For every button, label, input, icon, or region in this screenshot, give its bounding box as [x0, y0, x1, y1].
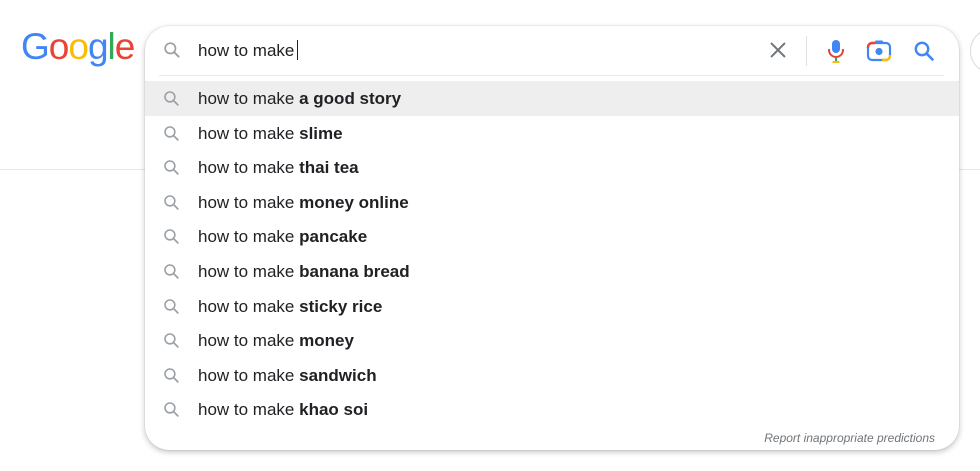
search-icon — [164, 42, 180, 58]
search-icon — [164, 402, 179, 418]
suggestion-completion: banana bread — [299, 261, 410, 281]
search-icon — [164, 229, 179, 245]
suggestion-item[interactable]: how to make money online — [145, 185, 959, 220]
search-icon — [164, 125, 179, 141]
search-box: how to make how to make a good story how… — [145, 26, 959, 450]
logo-letter: o — [68, 26, 89, 67]
search-actions-divider — [806, 36, 807, 66]
suggestion-item[interactable]: how to make a good story — [145, 81, 959, 116]
suggestion-text: how to make sticky rice — [198, 297, 382, 317]
suggestion-completion: money — [299, 331, 354, 351]
input-suggestions-divider — [159, 75, 944, 76]
search-icon — [164, 264, 179, 279]
suggestion-prefix: how to make — [198, 192, 300, 212]
close-icon[interactable] — [767, 39, 789, 61]
logo-letter: g — [87, 26, 109, 67]
suggestion-prefix: how to make — [198, 331, 300, 351]
suggestion-prefix: how to make — [198, 261, 300, 281]
search-icon — [164, 333, 179, 348]
suggestion-completion: sticky rice — [299, 296, 383, 316]
suggestion-item[interactable]: how to make sticky rice — [145, 289, 959, 324]
search-icon — [164, 160, 179, 175]
camera-lens-icon[interactable] — [866, 39, 892, 63]
search-icon — [164, 194, 179, 210]
suggestion-prefix: how to make — [198, 158, 300, 178]
suggestion-completion: a good story — [299, 89, 402, 108]
suggestion-prefix: how to make — [198, 123, 300, 143]
logo-letter: e — [114, 26, 136, 67]
search-icon — [164, 298, 179, 314]
suggestion-completion: khao soi — [299, 400, 369, 420]
search-icon — [164, 91, 179, 106]
suggestion-completion: slime — [299, 123, 343, 143]
report-predictions-link[interactable]: Report inappropriate predictions — [764, 431, 935, 445]
search-icon[interactable] — [912, 39, 936, 63]
suggestion-prefix: how to make — [198, 227, 300, 247]
logo-letter: l — [107, 26, 116, 67]
suggestion-item[interactable]: how to make slime — [145, 116, 959, 151]
suggestions-list: how to make a good story how to make slim… — [145, 81, 959, 427]
suggestion-completion: pancake — [299, 227, 368, 247]
suggestion-text: how to make slime — [198, 124, 343, 144]
account-avatar-button[interactable] — [970, 28, 980, 74]
suggestion-text: how to make money online — [198, 193, 409, 213]
suggestion-item[interactable]: how to make khao soi — [145, 392, 959, 427]
suggestion-prefix: how to make — [198, 400, 300, 420]
google-logo[interactable]: Google — [21, 26, 136, 67]
suggestion-item[interactable]: how to make pancake — [145, 219, 959, 254]
suggestion-text: how to make thai tea — [198, 158, 359, 178]
suggestion-prefix: how to make — [198, 365, 300, 385]
suggestion-completion: thai tea — [299, 158, 359, 178]
suggestion-text: how to make a good story — [198, 89, 401, 109]
search-input-row[interactable]: how to make — [145, 26, 959, 74]
logo-letter: o — [48, 26, 70, 67]
search-icon — [164, 367, 179, 383]
suggestion-text: how to make khao soi — [198, 400, 368, 420]
suggestion-text: how to make sandwich — [198, 366, 377, 386]
text-caret — [297, 40, 299, 60]
logo-letter: G — [21, 26, 50, 67]
search-input[interactable]: how to make — [198, 40, 299, 61]
suggestion-item[interactable]: how to make banana bread — [145, 254, 959, 289]
suggestion-completion: sandwich — [299, 365, 377, 385]
suggestion-prefix: how to make — [198, 89, 300, 108]
suggestion-item[interactable]: how to make thai tea — [145, 150, 959, 185]
suggestion-item[interactable]: how to make money — [145, 323, 959, 358]
suggestion-text: how to make money — [198, 331, 354, 351]
suggestion-prefix: how to make — [198, 296, 300, 316]
search-query-text: how to make — [198, 41, 295, 60]
suggestion-item[interactable]: how to make sandwich — [145, 358, 959, 393]
suggestion-text: how to make pancake — [198, 227, 367, 247]
suggestion-completion: money online — [299, 192, 409, 212]
microphone-icon[interactable] — [825, 38, 847, 64]
suggestion-text: how to make banana bread — [198, 262, 410, 282]
search-page: Google how to make how to make a good st… — [0, 0, 980, 471]
